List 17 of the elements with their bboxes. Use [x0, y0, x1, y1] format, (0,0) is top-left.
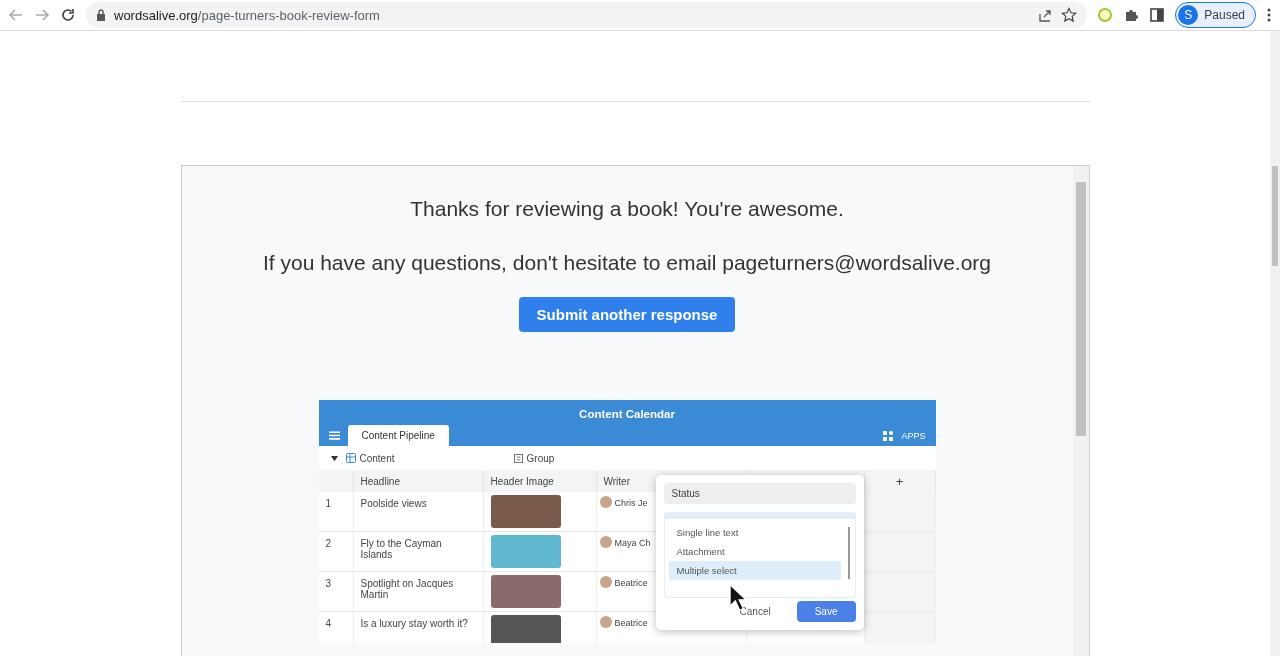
writer-name: Chris Je [614, 498, 648, 508]
headline-cell: Is a luxury stay worth it? [353, 612, 484, 643]
row-number: 3 [318, 572, 354, 612]
row-number: 1 [318, 492, 354, 532]
url-text: wordsalive.org/page-turners-book-review-form [114, 7, 380, 23]
headline-cell: Poolside views [353, 492, 484, 532]
writer-name: Beatrice [614, 578, 648, 588]
thanks-message: Thanks for reviewing a book! You're awesome. [410, 197, 844, 221]
contact-message: If you have any questions, don't hesitate to email pageturners@wordsalive.org [262, 251, 992, 275]
headline-cell: Spotlight on Jacques Martin [353, 572, 484, 612]
writer-name: Beatrice [614, 618, 648, 628]
row-number: 2 [318, 532, 354, 572]
headline-cell: Fly to the Cayman Islands [353, 532, 484, 572]
app-title: Content Calendar [578, 407, 676, 422]
writer-name: Maya Ch [614, 538, 651, 548]
row-number: 4 [318, 612, 354, 643]
profile-avatar: S [1178, 5, 1199, 25]
